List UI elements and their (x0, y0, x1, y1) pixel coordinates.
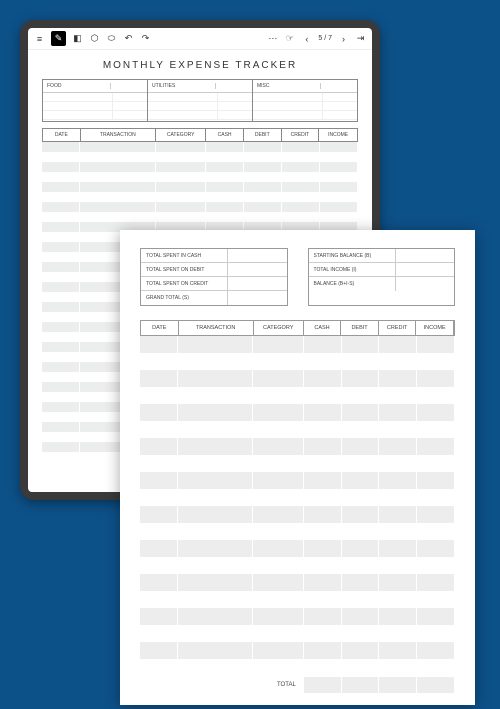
col-date: DATE (141, 321, 179, 335)
table-row (140, 472, 455, 489)
redo-icon[interactable]: ↷ (140, 33, 151, 44)
ledger-body (140, 336, 455, 676)
col-transaction: TRANSACTION (179, 321, 254, 335)
summary-row: GRAND TOTAL (S) (141, 291, 287, 305)
export-icon[interactable]: ⇥ (355, 33, 366, 44)
category-label: UTILITIES (152, 83, 215, 89)
page-title: MONTHLY EXPENSE TRACKER (42, 60, 358, 71)
prev-page-icon[interactable]: ‹ (301, 33, 312, 44)
table-row (140, 421, 455, 438)
pen-icon[interactable]: ✎ (51, 31, 66, 46)
total-row: TOTAL (140, 676, 455, 693)
col-income: INCOME (319, 129, 357, 141)
table-row (140, 370, 455, 387)
hand-icon[interactable]: ☞ (284, 33, 295, 44)
category-label: MISC (257, 83, 320, 89)
col-credit: CREDIT (379, 321, 417, 335)
table-row (140, 353, 455, 370)
table-row (42, 212, 358, 222)
summary-label: GRAND TOTAL (S) (141, 291, 228, 305)
col-credit: CREDIT (282, 129, 320, 141)
table-row (140, 608, 455, 625)
page-indicator: 5 / 7 (318, 35, 332, 42)
table-row (42, 182, 358, 192)
table-row (140, 523, 455, 540)
summary-row: TOTAL INCOME (I) (309, 263, 455, 277)
summary-box-spending: TOTAL SPENT IN CASH TOTAL SPENT ON DEBIT… (140, 248, 288, 306)
table-row (140, 404, 455, 421)
table-row (140, 625, 455, 642)
table-row (42, 192, 358, 202)
summary-row: BALANCE (B+I-S) (309, 277, 455, 291)
col-date: DATE (43, 129, 81, 141)
table-row (42, 152, 358, 162)
summary-row: TOTAL SPENT IN CASH (141, 249, 287, 263)
table-row (140, 455, 455, 472)
table-row (140, 336, 455, 353)
category-label: FOOD (47, 83, 110, 89)
ledger-header-row: DATE TRANSACTION CATEGORY CASH DEBIT CRE… (140, 320, 455, 336)
summary-row: TOTAL SPENT ON CREDIT (141, 277, 287, 291)
menu-icon[interactable]: ≡ (34, 33, 45, 44)
summary-label: TOTAL INCOME (I) (309, 263, 396, 276)
summary-label: TOTAL SPENT ON CREDIT (141, 277, 228, 290)
summary-label: BALANCE (B+I-S) (309, 277, 396, 291)
table-row (42, 142, 358, 152)
col-cash: CASH (304, 321, 342, 335)
col-cash: CASH (206, 129, 244, 141)
table-row (42, 172, 358, 182)
next-page-icon[interactable]: › (338, 33, 349, 44)
ledger-table: DATE TRANSACTION CATEGORY CASH DEBIT CRE… (140, 320, 455, 693)
table-row (140, 489, 455, 506)
table-row (140, 438, 455, 455)
eraser-icon[interactable]: ◧ (72, 33, 83, 44)
summary-row: STARTING BALANCE (B) (309, 249, 455, 263)
table-row (140, 659, 455, 676)
category-col-misc: MISC (253, 80, 357, 121)
table-row (140, 540, 455, 557)
col-income: INCOME (416, 321, 454, 335)
highlighter-icon[interactable]: ⬡ (89, 33, 100, 44)
summary-label: TOTAL SPENT IN CASH (141, 249, 228, 262)
table-row (140, 642, 455, 659)
table-row (140, 557, 455, 574)
category-col-utilities: UTILITIES (148, 80, 253, 121)
summary-section: TOTAL SPENT IN CASH TOTAL SPENT ON DEBIT… (140, 248, 455, 306)
more-icon[interactable]: ⋯ (267, 33, 278, 44)
summary-label: TOTAL SPENT ON DEBIT (141, 263, 228, 276)
summary-box-balance: STARTING BALANCE (B) TOTAL INCOME (I) BA… (308, 248, 456, 306)
ledger-header-row: DATE TRANSACTION CATEGORY CASH DEBIT CRE… (42, 128, 358, 142)
toolbar: ≡ ✎ ◧ ⬡ ⬭ ↶ ↷ ⋯ ☞ ‹ 5 / 7 › ⇥ (28, 28, 372, 50)
table-row (42, 202, 358, 212)
col-transaction: TRANSACTION (81, 129, 156, 141)
summary-row: TOTAL SPENT ON DEBIT (141, 263, 287, 277)
select-icon[interactable]: ⬭ (106, 33, 117, 44)
table-row (140, 574, 455, 591)
col-debit: DEBIT (244, 129, 282, 141)
table-row (42, 162, 358, 172)
table-row (140, 506, 455, 523)
total-label: TOTAL (140, 682, 304, 688)
col-category: CATEGORY (156, 129, 206, 141)
summary-label: STARTING BALANCE (B) (309, 249, 396, 262)
category-summary-box: FOOD UTILITIES MISC (42, 79, 358, 122)
undo-icon[interactable]: ↶ (123, 33, 134, 44)
table-row (140, 387, 455, 404)
front-sheet: TOTAL SPENT IN CASH TOTAL SPENT ON DEBIT… (120, 230, 475, 705)
col-category: CATEGORY (254, 321, 304, 335)
table-row (140, 591, 455, 608)
category-col-food: FOOD (43, 80, 148, 121)
col-debit: DEBIT (341, 321, 379, 335)
